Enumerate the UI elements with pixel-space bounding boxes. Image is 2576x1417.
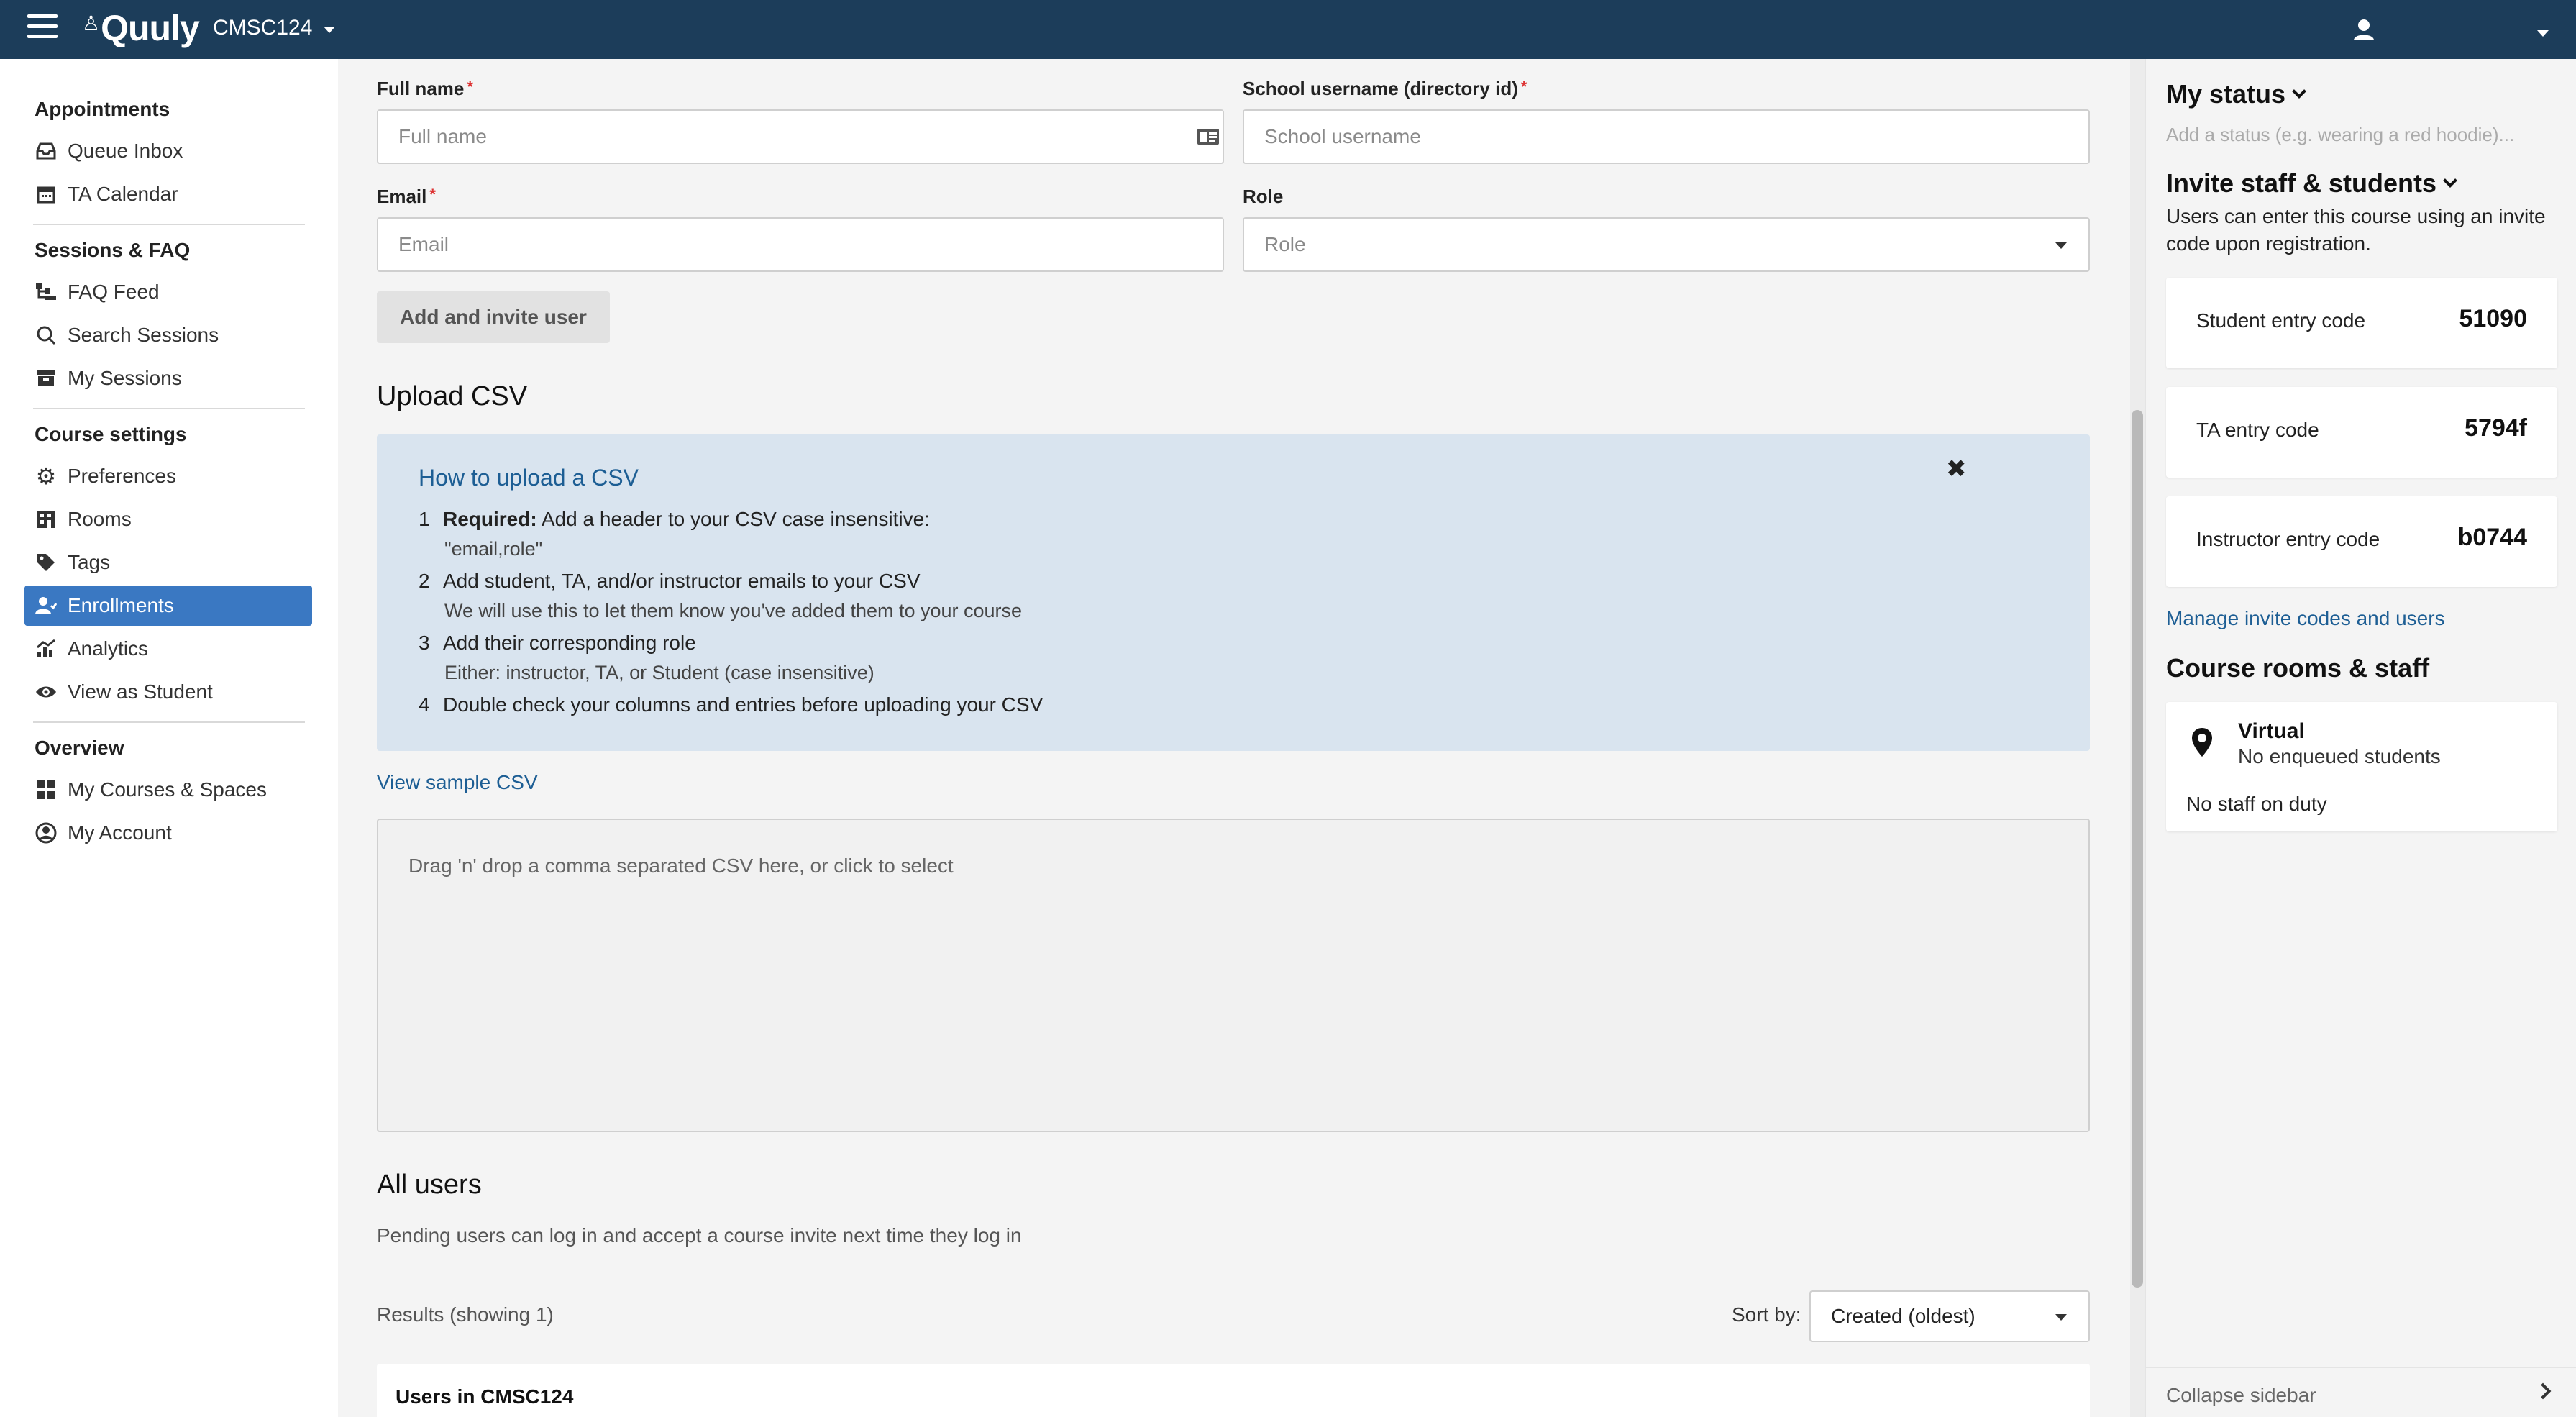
csv-step-1: 1 Required: Add a header to your CSV case…	[419, 508, 931, 530]
map-pin-icon	[2192, 728, 2212, 757]
top-navbar: ♙Quuly CMSC124	[0, 0, 2576, 59]
sidebar-item-ta-calendar[interactable]: TA Calendar	[24, 174, 312, 214]
close-icon[interactable]: ✖	[1946, 455, 1967, 483]
student-code-card: Student entry code 51090	[2166, 278, 2557, 368]
inbox-icon	[35, 140, 58, 163]
instructor-code-value: b0744	[2457, 524, 2527, 551]
chevron-down-icon	[324, 26, 336, 33]
sort-by-label: Sort by:	[1732, 1303, 1801, 1326]
sidebar-item-faq-feed[interactable]: FAQ Feed	[24, 272, 312, 312]
nav-heading-course-settings: Course settings	[35, 423, 187, 445]
user-group-icon	[35, 594, 58, 617]
chevron-down-icon	[2443, 173, 2457, 188]
feed-icon	[35, 281, 58, 304]
course-selector[interactable]: CMSC124	[213, 16, 336, 40]
all-users-heading: All users	[377, 1170, 482, 1200]
course-name: CMSC124	[213, 16, 313, 40]
ta-code-card: TA entry code 5794f	[2166, 387, 2557, 478]
csv-step-2: 2 Add student, TA, and/or instructor emai…	[419, 570, 921, 592]
sidebar-item-rooms[interactable]: Rooms	[24, 499, 312, 539]
sidebar-item-queue-inbox[interactable]: Queue Inbox	[24, 131, 312, 171]
chevron-down-icon	[2055, 1314, 2067, 1321]
nav-divider	[33, 224, 305, 225]
sort-select[interactable]: Created (oldest)	[1809, 1290, 2090, 1342]
school-username-input[interactable]: School username	[1243, 109, 2090, 164]
add-and-invite-button[interactable]: Add and invite user	[377, 291, 610, 343]
manage-invite-codes-link[interactable]: Manage invite codes and users	[2166, 607, 2445, 630]
csv-instructions-box: How to upload a CSV ✖ 1 Required: Add a h…	[377, 434, 2090, 751]
csv-step-4: 4 Double check your columns and entries b…	[419, 693, 1043, 716]
sidebar-item-preferences[interactable]: ⚙ Preferences	[24, 456, 312, 496]
full-name-label: Full name *	[377, 78, 473, 99]
account-icon	[35, 821, 58, 844]
role-label: Role	[1243, 186, 1284, 207]
sidebar-item-my-courses[interactable]: My Courses & Spaces	[24, 770, 312, 810]
user-menu-chevron-icon[interactable]	[2537, 30, 2549, 37]
user-avatar-icon[interactable]	[2352, 17, 2376, 42]
logo-mark-icon: ♙	[82, 12, 100, 35]
chart-icon	[35, 637, 58, 660]
upload-csv-heading: Upload CSV	[377, 381, 528, 411]
building-icon	[35, 508, 58, 531]
collapse-sidebar-button[interactable]: Collapse sidebar	[2146, 1367, 2576, 1417]
nav-heading-appointments: Appointments	[35, 98, 170, 120]
status-input[interactable]: Add a status (e.g. wearing a red hoodie)…	[2166, 124, 2514, 146]
sidebar-item-search-sessions[interactable]: Search Sessions	[24, 315, 312, 355]
main-scrollbar-thumb[interactable]	[2132, 410, 2143, 1288]
nav-divider	[33, 721, 305, 723]
room-queue-status: No enqueued students	[2238, 745, 2441, 767]
csv-dropzone[interactable]: Drag 'n' drop a comma separated CSV here…	[377, 819, 2090, 1132]
sidebar-item-enrollments[interactable]: Enrollments	[24, 586, 312, 626]
room-card-virtual[interactable]: Virtual No enqueued students No staff on…	[2166, 702, 2557, 831]
csv-step-2-detail: We will use this to let them know you've…	[444, 600, 1023, 621]
course-rooms-heading: Course rooms & staff	[2166, 653, 2430, 683]
sidebar-item-analytics[interactable]: Analytics	[24, 629, 312, 669]
nav-heading-sessions-faq: Sessions & FAQ	[35, 239, 191, 261]
sidebar-item-my-sessions[interactable]: My Sessions	[24, 358, 312, 398]
ta-code-value: 5794f	[2465, 414, 2527, 442]
pending-users-note: Pending users can log in and accept a co…	[377, 1224, 1022, 1247]
student-code-value: 51090	[2459, 305, 2527, 332]
room-staff-status: No staff on duty	[2186, 793, 2327, 815]
chevron-down-icon	[2055, 242, 2067, 249]
chevron-down-icon	[2292, 84, 2306, 99]
contact-card-icon	[1197, 129, 1219, 145]
sidebar-item-tags[interactable]: Tags	[24, 542, 312, 583]
csv-step-1-detail: "email,role"	[444, 538, 543, 560]
calendar-icon	[35, 183, 58, 206]
grid-icon	[35, 778, 58, 801]
search-icon	[35, 324, 58, 347]
full-name-input[interactable]: Full name	[377, 109, 1224, 164]
sidebar-item-view-as-student[interactable]: View as Student	[24, 672, 312, 712]
instructor-code-card: Instructor entry code b0744	[2166, 496, 2557, 587]
email-input[interactable]: Email	[377, 217, 1224, 272]
invite-description: Users can enter this course using an inv…	[2166, 205, 2546, 255]
csv-step-3-detail: Either: instructor, TA, or Student (case…	[444, 662, 874, 683]
main-content: Full name * Full name School username (di…	[338, 59, 2145, 1417]
results-count: Results (showing 1)	[377, 1303, 554, 1326]
archive-icon	[35, 367, 58, 390]
school-username-label: School username (directory id) *	[1243, 78, 1527, 99]
app-logo[interactable]: ♙Quuly	[82, 7, 200, 49]
room-name: Virtual	[2238, 719, 2305, 743]
left-sidebar: Appointments Queue Inbox TA Calendar Ses…	[0, 59, 338, 1417]
nav-heading-overview: Overview	[35, 737, 124, 759]
csv-step-3: 3 Add their corresponding role	[419, 632, 696, 654]
tag-icon	[35, 551, 58, 574]
email-label: Email *	[377, 186, 436, 207]
csv-instructions-title: How to upload a CSV	[419, 465, 639, 491]
users-card: Users in CMSC124	[377, 1364, 2090, 1417]
nav-divider	[33, 408, 305, 409]
role-select[interactable]: Role	[1243, 217, 2090, 272]
eye-icon	[35, 680, 58, 703]
gear-icon: ⚙	[35, 463, 57, 489]
chevron-right-icon	[2534, 1382, 2552, 1400]
view-sample-csv-link[interactable]: View sample CSV	[377, 771, 538, 794]
right-sidebar: My status Add a status (e.g. wearing a r…	[2145, 59, 2576, 1417]
sidebar-item-my-account[interactable]: My Account	[24, 813, 312, 853]
hamburger-menu-icon[interactable]	[27, 14, 58, 43]
invite-toggle[interactable]: Invite staff & students	[2166, 168, 2457, 199]
my-status-toggle[interactable]: My status	[2166, 79, 2306, 109]
